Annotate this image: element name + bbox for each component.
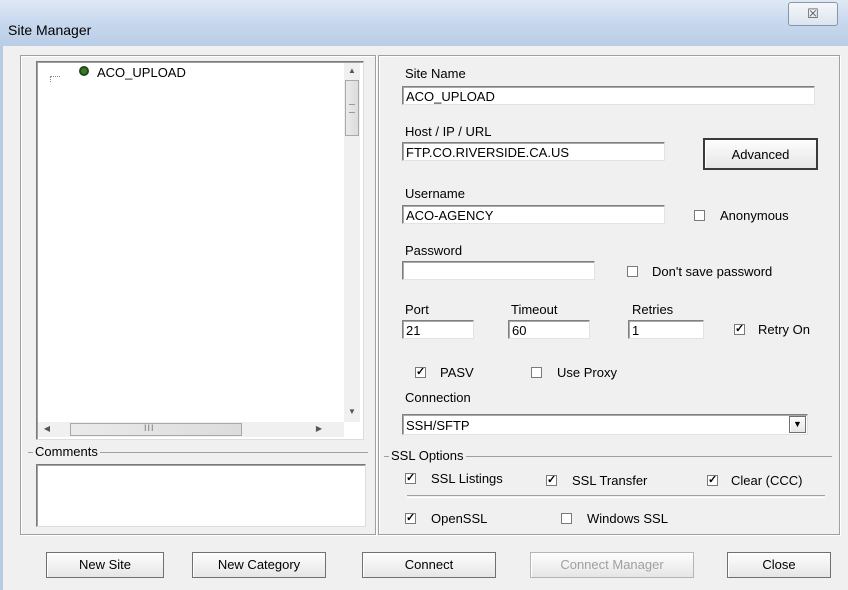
site-name-label: Site Name — [405, 66, 466, 81]
ssl-divider — [407, 495, 825, 498]
scroll-down-arrow-icon[interactable]: ▼ — [344, 407, 360, 416]
host-label: Host / IP / URL — [405, 124, 492, 139]
tree-item-aco-upload[interactable]: ACO_UPLOAD — [97, 65, 186, 80]
password-input[interactable] — [402, 261, 595, 280]
timeout-input[interactable]: 60 — [508, 320, 590, 339]
retry-on-checkbox[interactable]: ✓ — [734, 324, 745, 335]
use-proxy-checkbox[interactable] — [531, 367, 542, 378]
scroll-left-arrow-icon[interactable]: ◀ — [42, 424, 52, 433]
dont-save-password-checkbox[interactable] — [627, 266, 638, 277]
timeout-label: Timeout — [511, 302, 558, 317]
host-input[interactable]: FTP.CO.RIVERSIDE.CA.US — [402, 142, 665, 161]
username-input[interactable]: ACO-AGENCY — [402, 205, 665, 224]
scroll-grip-icon — [349, 104, 355, 113]
scroll-up-arrow-icon[interactable]: ▲ — [344, 66, 360, 75]
windows-ssl-checkbox[interactable] — [561, 513, 572, 524]
tree-line-vertical — [50, 76, 52, 82]
pasv-label: PASV — [440, 365, 474, 380]
chevron-down-icon[interactable]: ▼ — [789, 416, 806, 433]
scroll-right-arrow-icon[interactable]: ▶ — [314, 424, 324, 433]
connect-button[interactable]: Connect — [362, 552, 496, 578]
clear-ccc-label: Clear (CCC) — [731, 473, 803, 488]
clear-ccc-checkbox[interactable]: ✓ — [707, 475, 718, 486]
anonymous-checkbox[interactable] — [694, 210, 705, 221]
port-input[interactable]: 21 — [402, 320, 474, 339]
close-icon: ☒ — [807, 6, 819, 21]
password-label: Password — [405, 243, 463, 258]
windows-ssl-label: Windows SSL — [587, 511, 668, 526]
comments-textarea[interactable] — [36, 464, 366, 527]
connect-manager-button: Connect Manager — [530, 552, 694, 578]
window-border — [0, 46, 3, 590]
new-category-button[interactable]: New Category — [192, 552, 326, 578]
new-site-button[interactable]: New Site — [46, 552, 164, 578]
window-title: Site Manager — [8, 22, 92, 38]
ssl-transfer-checkbox[interactable]: ✓ — [546, 475, 557, 486]
title-bar — [0, 0, 848, 47]
ssl-transfer-label: SSL Transfer — [572, 473, 648, 488]
port-label: Port — [405, 302, 429, 317]
comments-label: Comments — [33, 444, 100, 459]
site-dot-icon — [79, 66, 89, 76]
ssl-listings-checkbox[interactable]: ✓ — [405, 473, 416, 484]
horizontal-scroll-thumb[interactable] — [70, 423, 242, 436]
ssl-options-label: SSL Options — [389, 448, 466, 463]
close-button[interactable]: Close — [727, 552, 831, 578]
dont-save-password-label: Don't save password — [652, 264, 773, 279]
use-proxy-label: Use Proxy — [557, 365, 617, 380]
close-window-button[interactable]: ☒ — [788, 2, 838, 26]
advanced-button[interactable]: Advanced — [703, 138, 818, 170]
retry-on-label: Retry On — [758, 322, 811, 337]
openssl-checkbox[interactable]: ✓ — [405, 513, 416, 524]
ssl-listings-label: SSL Listings — [431, 471, 503, 486]
username-label: Username — [405, 186, 465, 201]
retries-label: Retries — [632, 302, 674, 317]
openssl-label: OpenSSL — [431, 511, 488, 526]
connection-label: Connection — [405, 390, 471, 405]
connection-value: SSH/SFTP — [406, 418, 470, 433]
site-name-input[interactable]: ACO_UPLOAD — [402, 86, 815, 105]
scroll-grip-icon: III — [144, 423, 155, 433]
pasv-checkbox[interactable]: ✓ — [415, 367, 426, 378]
connection-select[interactable]: SSH/SFTP — [402, 414, 808, 435]
retries-input[interactable]: 1 — [628, 320, 704, 339]
anonymous-label: Anonymous — [720, 208, 789, 223]
site-tree[interactable] — [36, 61, 364, 440]
